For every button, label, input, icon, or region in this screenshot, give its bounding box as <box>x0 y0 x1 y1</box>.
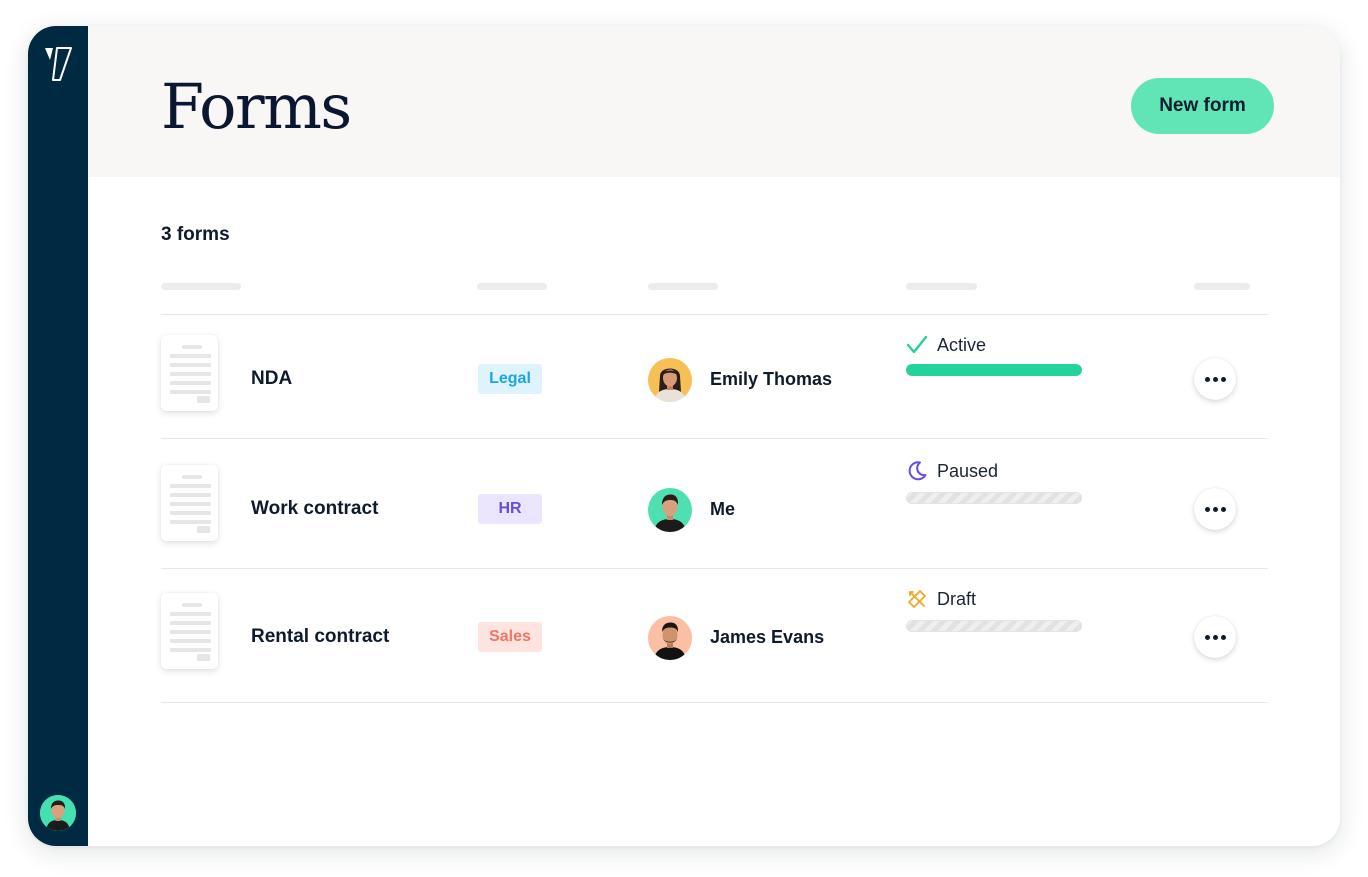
owner-name: Me <box>710 499 736 519</box>
more-options-button[interactable] <box>1194 488 1236 530</box>
progress-fill <box>906 364 1082 376</box>
status-label: Draft <box>937 589 977 609</box>
page-header: Forms New form <box>88 26 1340 177</box>
column-header-tag <box>477 283 547 290</box>
table-row[interactable]: Work contract HR Me Paused <box>161 439 1268 569</box>
moon-icon <box>906 460 928 482</box>
form-name[interactable]: NDA <box>251 368 292 390</box>
form-name[interactable]: Work contract <box>251 498 378 520</box>
column-header-status <box>906 283 977 290</box>
table-row[interactable]: Rental contract Sales James Evans Draft <box>161 569 1268 703</box>
document-thumbnail-icon <box>161 593 218 669</box>
app-window: Forms New form 3 forms NDA Legal Emily T… <box>28 26 1340 846</box>
document-thumbnail-icon <box>161 465 218 541</box>
column-header-actions <box>1194 283 1250 290</box>
more-options-button[interactable] <box>1194 358 1236 400</box>
document-thumbnail-icon <box>161 335 218 411</box>
pencil-ruler-icon <box>906 588 928 610</box>
brand-logo-icon[interactable] <box>43 46 75 82</box>
sidebar <box>28 26 88 846</box>
category-tag: HR <box>478 494 542 524</box>
user-avatar[interactable] <box>38 793 78 833</box>
column-header-name <box>161 283 241 290</box>
checkmark-icon <box>906 334 928 356</box>
table-row[interactable]: NDA Legal Emily Thomas Active <box>161 315 1268 439</box>
owner-avatar <box>648 358 692 402</box>
row-divider <box>161 701 1268 703</box>
status-label: Paused <box>937 461 999 481</box>
status-label: Active <box>937 335 987 355</box>
column-header-owner <box>648 283 718 290</box>
status-progress-bar <box>906 492 1082 504</box>
category-tag: Sales <box>478 622 542 652</box>
owner-name: James Evans <box>710 627 825 647</box>
forms-list: 3 forms NDA Legal Emily Thomas Active Wo… <box>88 177 1340 846</box>
page-title: Forms <box>161 70 352 143</box>
owner-avatar <box>648 488 692 532</box>
new-form-button[interactable]: New form <box>1131 78 1274 134</box>
owner-name: Emily Thomas <box>710 369 833 389</box>
owner-avatar <box>648 616 692 660</box>
status-progress-bar <box>906 620 1082 632</box>
more-options-button[interactable] <box>1194 616 1236 658</box>
form-name[interactable]: Rental contract <box>251 626 389 648</box>
status-progress-bar <box>906 364 1082 376</box>
category-tag: Legal <box>478 364 542 394</box>
form-count: 3 forms <box>161 224 230 245</box>
